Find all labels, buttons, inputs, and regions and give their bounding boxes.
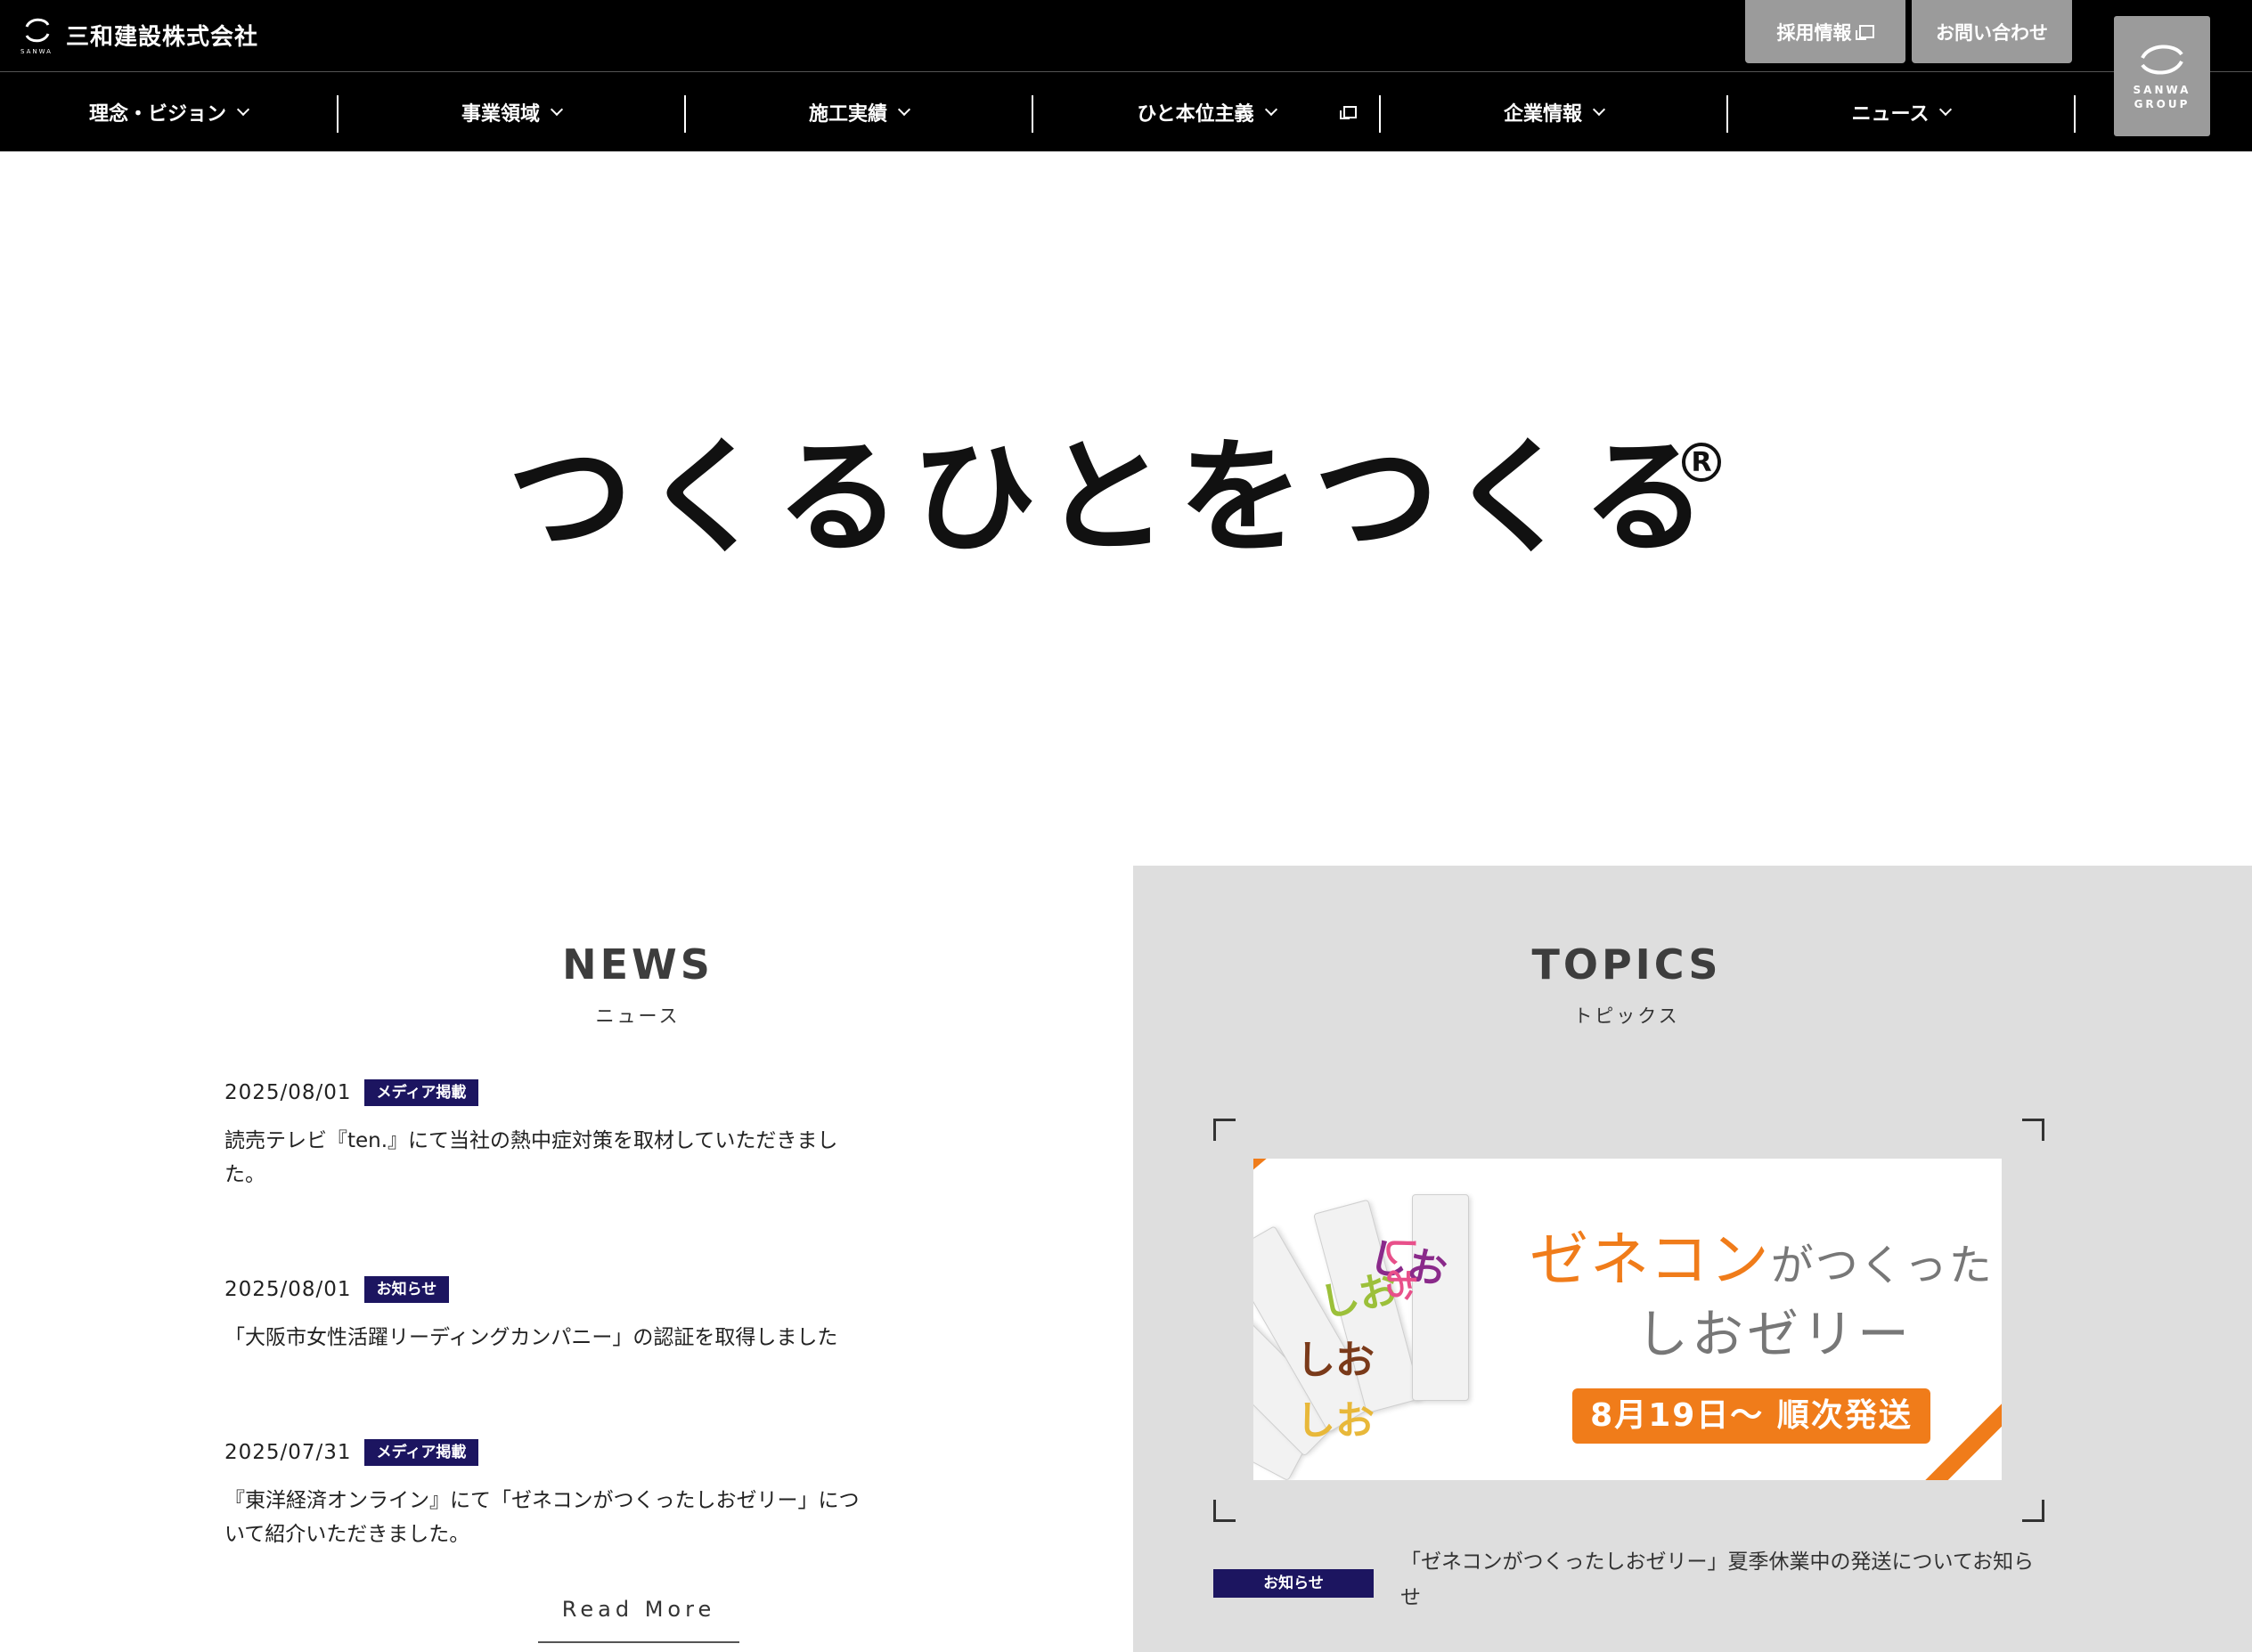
svg-text:SANWA: SANWA [20, 48, 53, 55]
group-badge-text: SANWA GROUP [2134, 83, 2191, 111]
nav-item-news[interactable]: ニュース [1728, 72, 2074, 151]
chevron-down-icon [236, 102, 250, 116]
topic-title[interactable]: 「ゼネコンがつくったしおゼリー」夏季休業中の発送についてお知らせ [1400, 1544, 2042, 1615]
company-name: 三和建設株式会社 [66, 23, 259, 51]
contact-label: お問い合わせ [1936, 21, 2048, 44]
news-title[interactable]: 『東洋経済オンライン』にて「ゼネコンがつくったしおゼリー」について紹介いただきま… [224, 1484, 866, 1551]
news-meta: 2025/08/01 お知らせ [224, 1274, 866, 1305]
chevron-down-icon [1939, 102, 1953, 116]
nav-item-label: 企業情報 [1503, 102, 1582, 126]
banner-headline: ゼネコンがつくった [1530, 1212, 1994, 1298]
banner-stripe [1253, 1159, 1286, 1183]
global-nav: 理念・ビジョン 事業領域 施工実績 ひと本位主義 企業情報 ニュース [0, 71, 2252, 151]
topics-subheading: トピックス [1573, 1005, 1680, 1027]
news-item[interactable]: 2025/08/01 お知らせ 「大阪市女性活躍リーディングカンパニー」の認証を… [224, 1274, 866, 1355]
header-bar: SANWA 三和建設株式会社 採用情報 お問い合わせ [0, 0, 2252, 71]
stick-text: しお [1381, 1233, 1420, 1302]
news-heading: NEWS [562, 940, 714, 989]
group-badge-line2: GROUP [2134, 97, 2191, 110]
frame-corner [2022, 1119, 2044, 1141]
news-item[interactable]: 2025/08/01 メディア掲載 読売テレビ『ten.』にて当社の熱中症対策を… [224, 1078, 866, 1192]
sanwa-logo-icon: SANWA [18, 14, 57, 55]
chevron-down-icon [1264, 102, 1277, 116]
banner-product-name: しおゼリー [1636, 1304, 1913, 1364]
topic-category-tag: お知らせ [1213, 1569, 1374, 1598]
recruit-button[interactable]: 採用情報 [1745, 0, 1905, 63]
shio-jelly-packages-image: しお しお しお しお しお [1253, 1194, 1537, 1480]
stick-text: しお [1296, 1338, 1375, 1383]
external-link-icon [1855, 25, 1874, 40]
nav-item-label: 施工実績 [808, 102, 887, 126]
news-title[interactable]: 「大阪市女性活躍リーディングカンパニー」の認証を取得しました [224, 1321, 866, 1355]
chevron-down-icon [897, 102, 911, 116]
read-more-link[interactable]: Read More [538, 1591, 739, 1643]
category-tag: メディア掲載 [363, 1439, 479, 1466]
banner-headline-tail: がつくった [1770, 1241, 1994, 1290]
registered-mark: R [1682, 443, 1721, 482]
chevron-down-icon [1592, 102, 1606, 116]
chevron-down-icon [550, 102, 564, 116]
nav-item-philosophy[interactable]: 理念・ビジョン [0, 72, 337, 151]
nav-item-works[interactable]: 施工実績 [686, 72, 1032, 151]
news-date: 2025/08/01 [224, 1278, 352, 1301]
topic-banner[interactable]: しお しお しお しお しお ゼネコンがつくった しおゼリー 8月19日〜 順次… [1253, 1159, 2002, 1480]
company-logo[interactable]: SANWA 三和建設株式会社 [18, 14, 258, 55]
nav-item-label: ニュース [1851, 102, 1930, 126]
banner-headline-accent: ゼネコン [1530, 1225, 1771, 1294]
group-badge-line1: SANWA [2133, 83, 2191, 96]
nav-item-people-first[interactable]: ひと本位主義 [1033, 72, 1379, 151]
frame-corner [1213, 1119, 1236, 1141]
contact-button[interactable]: お問い合わせ [1912, 0, 2072, 63]
recruit-label: 採用情報 [1776, 21, 1852, 44]
news-date: 2025/08/01 [224, 1081, 352, 1104]
news-meta: 2025/08/01 メディア掲載 [224, 1078, 866, 1108]
banner-shipping-badge: 8月19日〜 順次発送 [1572, 1388, 1930, 1444]
external-link-icon [1340, 106, 1357, 119]
news-date: 2025/07/31 [224, 1441, 352, 1464]
nav-item-label: ひと本位主義 [1137, 102, 1254, 126]
news-meta: 2025/07/31 メディア掲載 [224, 1437, 866, 1468]
news-item[interactable]: 2025/07/31 メディア掲載 『東洋経済オンライン』にて「ゼネコンがつくっ… [224, 1437, 866, 1551]
nav-item-business[interactable]: 事業領域 [339, 72, 684, 151]
nav-item-company[interactable]: 企業情報 [1381, 72, 1726, 151]
category-tag: メディア掲載 [363, 1079, 479, 1106]
topics-heading: TOPICS [1531, 940, 1722, 989]
news-subheading: ニュース [595, 1005, 681, 1027]
sanwa-group-link[interactable]: SANWA GROUP [2114, 16, 2210, 136]
sanwa-group-logo-icon [2141, 45, 2183, 74]
category-tag: お知らせ [363, 1276, 450, 1303]
hero-copy: つくるひとをつくる [508, 426, 1718, 571]
news-title[interactable]: 読売テレビ『ten.』にて当社の熱中症対策を取材していただきました。 [224, 1124, 866, 1192]
frame-corner [1213, 1500, 1236, 1522]
nav-item-label: 事業領域 [461, 102, 540, 126]
nav-divider [2074, 95, 2076, 133]
stick-text: しお [1296, 1398, 1375, 1444]
nav-item-label: 理念・ビジョン [88, 102, 226, 126]
frame-corner [2022, 1500, 2044, 1522]
